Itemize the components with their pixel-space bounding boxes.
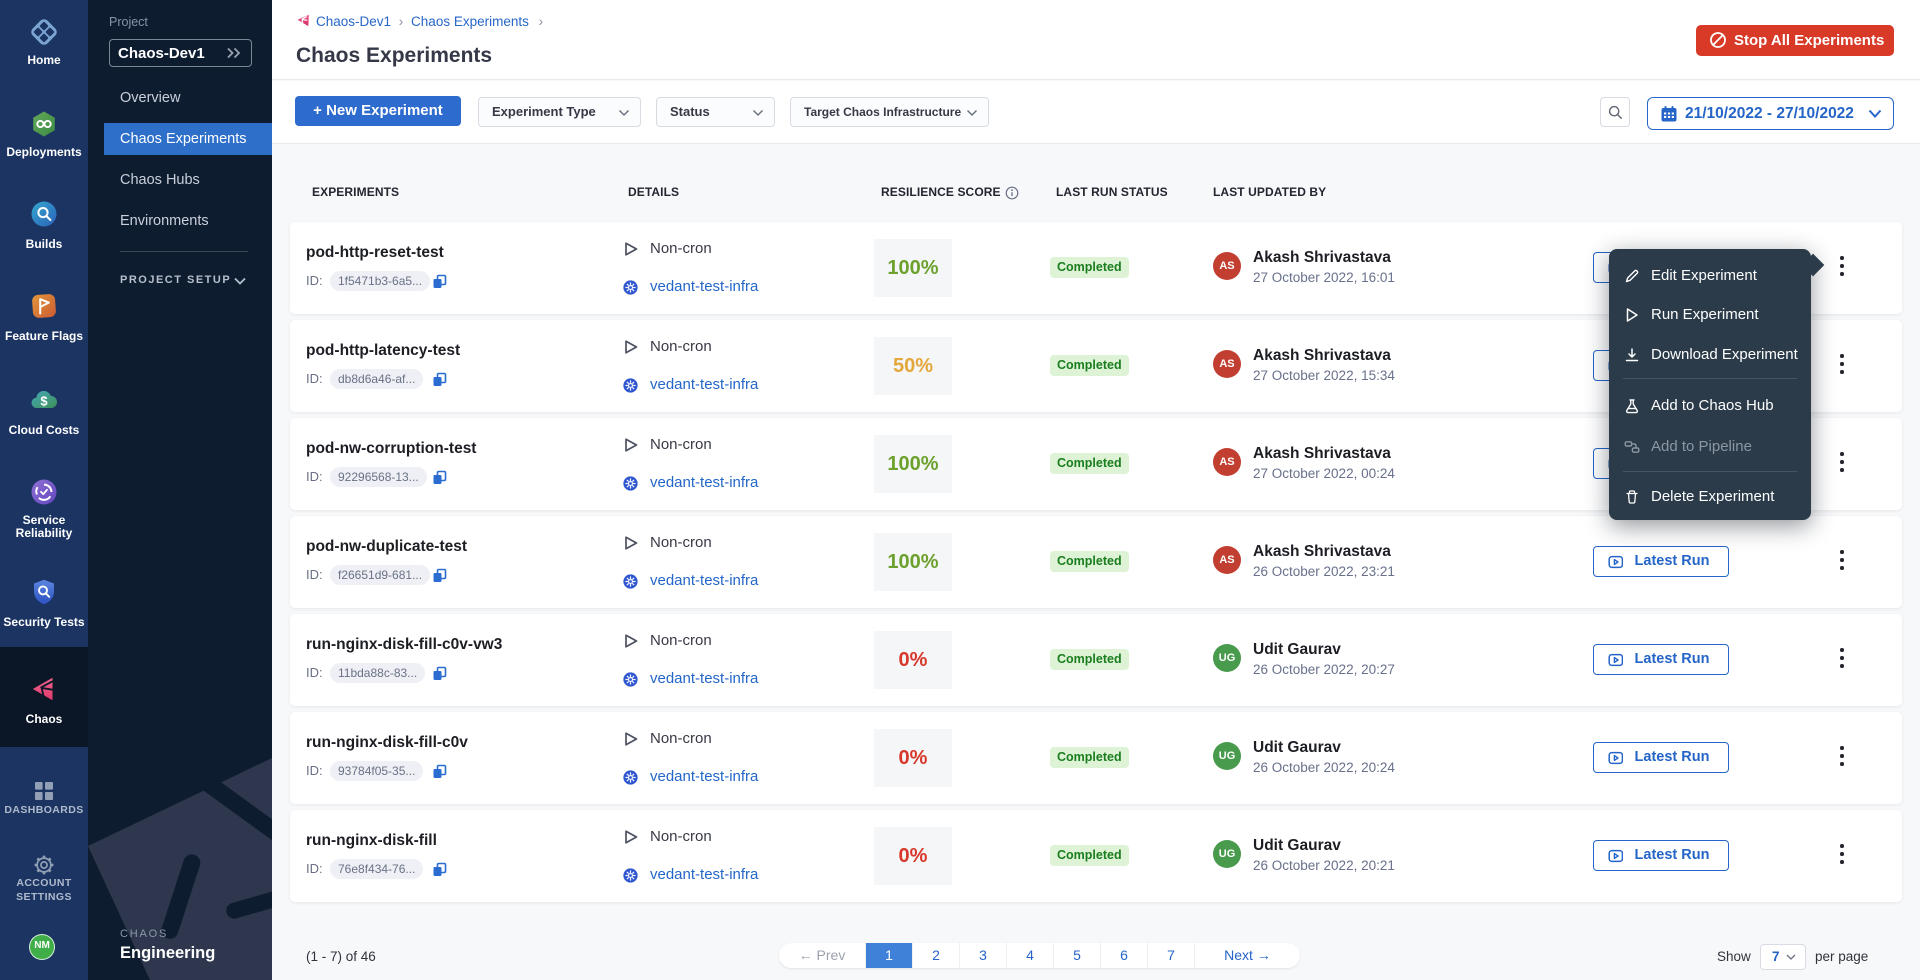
- svg-text:$: $: [40, 394, 48, 409]
